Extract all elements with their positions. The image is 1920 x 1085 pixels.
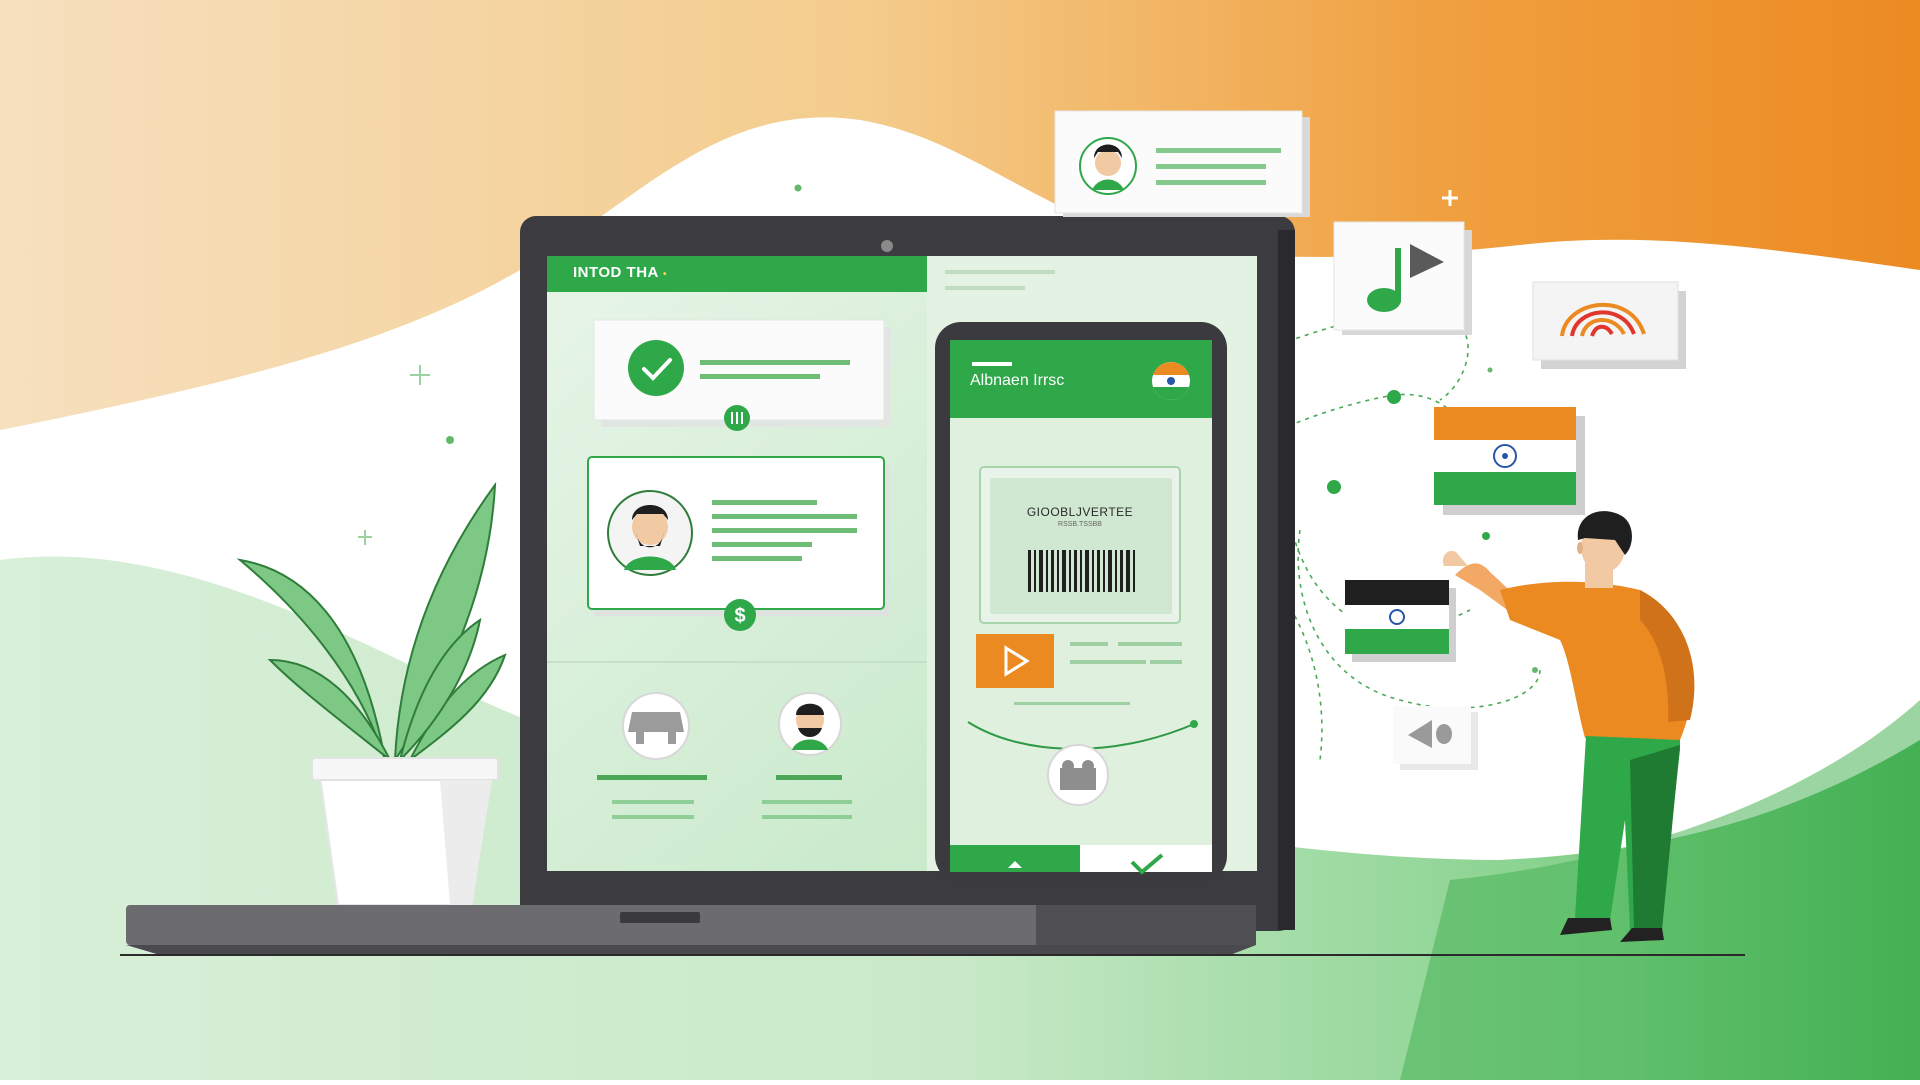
verified-card[interactable] xyxy=(593,319,891,431)
play-button[interactable] xyxy=(976,634,1054,688)
title-dot: • xyxy=(663,269,668,280)
india-flag-icon xyxy=(1434,407,1585,515)
phone xyxy=(935,322,1227,882)
illustration-canvas: $ xyxy=(0,0,1920,1080)
screen-title: INTOD THA • xyxy=(573,264,668,281)
ticket-code: GIOOBLJVERTEE xyxy=(1026,505,1134,519)
flag-small-icon xyxy=(1345,580,1456,662)
profile-card[interactable]: $ xyxy=(587,456,890,631)
horn-card[interactable] xyxy=(1393,706,1478,770)
contact-card[interactable] xyxy=(1054,110,1310,217)
ticket-subcode: RSSB.TSSBB xyxy=(1058,521,1102,528)
phone-header-title: Albnaen Irrsc xyxy=(970,372,1065,389)
music-card[interactable] xyxy=(1333,221,1472,335)
svg-text:$: $ xyxy=(734,605,745,627)
illustration-scene: $ INTOD THA • Albnaen Irrsc GIOOBLJVERTE… xyxy=(0,0,1920,1080)
aadhaar-card[interactable] xyxy=(1532,281,1686,369)
